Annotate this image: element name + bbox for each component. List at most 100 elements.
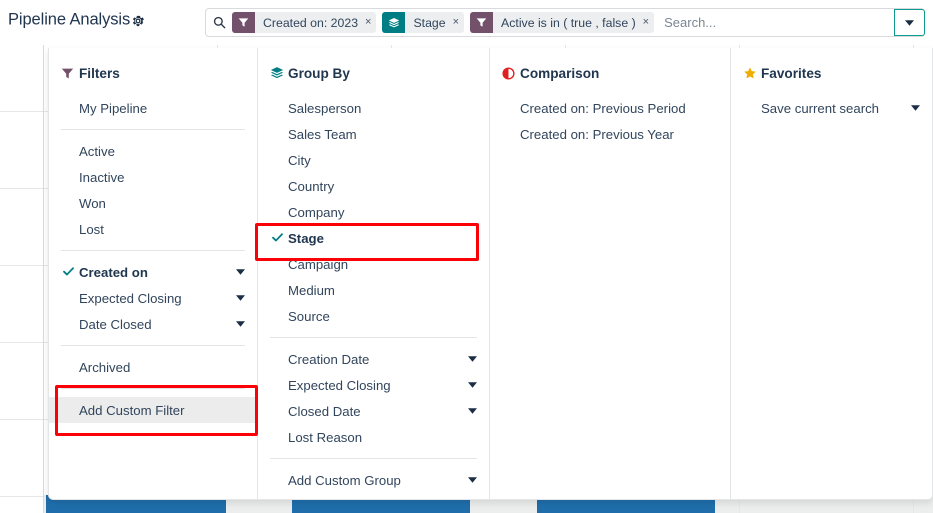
search-facet-label: Stage bbox=[413, 16, 445, 30]
layers-icon bbox=[269, 66, 284, 80]
chart-y-axis bbox=[43, 45, 44, 513]
search-facet-body: Stage × bbox=[405, 12, 464, 33]
menu-item-label: Expected Closing bbox=[288, 378, 391, 393]
search-facet[interactable]: Created on: 2023 × bbox=[232, 12, 376, 33]
filter-icon bbox=[60, 67, 75, 80]
chevron-down-icon[interactable] bbox=[236, 268, 245, 277]
search-dropdown-panel: Filters My Pipeline Active Inactive Won Lost… bbox=[48, 48, 933, 500]
menu-item-label: Date Closed bbox=[79, 317, 152, 332]
search-icon bbox=[206, 16, 232, 29]
groupby-item-campaign[interactable]: Campaign bbox=[258, 251, 489, 277]
groupby-item-closed-date[interactable]: Closed Date bbox=[258, 398, 489, 424]
filter-item-active[interactable]: Active bbox=[49, 138, 257, 164]
comparison-title: Comparison bbox=[520, 66, 599, 81]
groupby-item-stage[interactable]: Stage bbox=[258, 225, 489, 251]
groupby-item-city[interactable]: City bbox=[258, 147, 489, 173]
menu-separator bbox=[61, 250, 245, 251]
facet-remove-icon[interactable]: × bbox=[453, 17, 459, 28]
adjust-icon bbox=[501, 67, 516, 80]
groupby-item-add-custom-group[interactable]: Add Custom Group bbox=[258, 467, 489, 493]
filter-item-date-closed[interactable]: Date Closed bbox=[49, 311, 257, 337]
groupby-item-company[interactable]: Company bbox=[258, 199, 489, 225]
favorites-item-save-current-search[interactable]: Save current search bbox=[731, 95, 932, 121]
filter-item-created-on[interactable]: Created on bbox=[49, 259, 257, 285]
search-facet-label: Active is in ( true , false ) bbox=[501, 16, 636, 30]
filter-item-inactive[interactable]: Inactive bbox=[49, 164, 257, 190]
menu-item-label: Archived bbox=[79, 360, 130, 375]
chevron-down-icon[interactable] bbox=[468, 381, 477, 390]
search-dropdown-toggle[interactable] bbox=[894, 9, 925, 36]
groupby-title: Group By bbox=[288, 66, 350, 81]
menu-separator bbox=[61, 129, 245, 130]
comparison-menu: Created on: Previous Period Created on: P… bbox=[490, 95, 730, 147]
chevron-down-icon[interactable] bbox=[468, 355, 477, 364]
search-facet-body: Active is in ( true , false ) × bbox=[493, 12, 654, 33]
menu-separator bbox=[270, 337, 477, 338]
groupby-item-lost-reason[interactable]: Lost Reason bbox=[258, 424, 489, 450]
filters-column: Filters My Pipeline Active Inactive Won Lost… bbox=[49, 48, 258, 499]
menu-item-label: Inactive bbox=[79, 170, 124, 185]
search-facet-body: Created on: 2023 × bbox=[255, 12, 376, 33]
star-icon bbox=[742, 66, 757, 80]
favorites-column: Favorites Save current search bbox=[731, 48, 932, 499]
check-icon bbox=[63, 266, 74, 278]
search-facets: Created on: 2023×Stage×Active is in ( tr… bbox=[232, 12, 654, 33]
groupby-item-medium[interactable]: Medium bbox=[258, 277, 489, 303]
filter-icon bbox=[232, 12, 255, 33]
groupby-item-source[interactable]: Source bbox=[258, 303, 489, 329]
menu-separator bbox=[61, 388, 245, 389]
filter-item-expected-closing[interactable]: Expected Closing bbox=[49, 285, 257, 311]
app-root: Pipeline Analysis Created on: 2023×Stage… bbox=[0, 0, 933, 513]
groupby-item-sales-team[interactable]: Sales Team bbox=[258, 121, 489, 147]
groupby-item-salesperson[interactable]: Salesperson bbox=[258, 95, 489, 121]
chevron-down-icon[interactable] bbox=[468, 476, 477, 485]
chevron-down-icon[interactable] bbox=[236, 294, 245, 303]
menu-item-label: Created on: Previous Period bbox=[520, 101, 686, 116]
search-facet[interactable]: Stage × bbox=[382, 12, 464, 33]
menu-item-label: Campaign bbox=[288, 257, 348, 272]
menu-item-label: Created on bbox=[79, 265, 148, 280]
filters-menu: My Pipeline Active Inactive Won Lost Created … bbox=[49, 95, 257, 423]
gear-icon[interactable] bbox=[131, 14, 145, 28]
filter-item-won[interactable]: Won bbox=[49, 190, 257, 216]
menu-item-label: City bbox=[288, 153, 311, 168]
filter-item-archived[interactable]: Archived bbox=[49, 354, 257, 380]
filter-item-add-custom-filter[interactable]: Add Custom Filter bbox=[49, 397, 257, 423]
groupby-item-country[interactable]: Country bbox=[258, 173, 489, 199]
check-icon bbox=[272, 232, 283, 244]
filters-column-header: Filters bbox=[49, 62, 257, 84]
groupby-item-expected-closing[interactable]: Expected Closing bbox=[258, 372, 489, 398]
menu-item-label: Created on: Previous Year bbox=[520, 127, 674, 142]
menu-item-label: Add Custom Filter bbox=[79, 403, 185, 418]
filters-title: Filters bbox=[79, 66, 120, 81]
menu-item-label: Stage bbox=[288, 231, 324, 246]
groupby-menu: SalespersonSales Team City Country Company S… bbox=[258, 95, 489, 493]
favorites-column-header: Favorites bbox=[731, 62, 932, 84]
menu-item-label: Won bbox=[79, 196, 106, 211]
menu-item-label: Country bbox=[288, 179, 334, 194]
favorites-title: Favorites bbox=[761, 66, 821, 81]
search-facet[interactable]: Active is in ( true , false ) × bbox=[470, 12, 654, 33]
groupby-item-creation-date[interactable]: Creation Date bbox=[258, 346, 489, 372]
search-bar[interactable]: Created on: 2023×Stage×Active is in ( tr… bbox=[205, 8, 925, 37]
search-facet-label: Created on: 2023 bbox=[263, 16, 358, 30]
menu-item-label: Company bbox=[288, 205, 344, 220]
comparison-column-header: Comparison bbox=[490, 62, 730, 84]
facet-remove-icon[interactable]: × bbox=[643, 17, 649, 28]
chevron-down-icon[interactable] bbox=[236, 320, 245, 329]
comparison-column: Comparison Created on: Previous PeriodCr… bbox=[490, 48, 731, 499]
menu-item-label: Add Custom Group bbox=[288, 473, 401, 488]
filter-item-my-pipeline[interactable]: My Pipeline bbox=[49, 95, 257, 121]
filter-item-lost[interactable]: Lost bbox=[49, 216, 257, 242]
menu-item-label: Lost bbox=[79, 222, 104, 237]
menu-item-label: Save current search bbox=[761, 101, 879, 116]
comparison-item-created-on-previous-year[interactable]: Created on: Previous Year bbox=[490, 121, 730, 147]
facet-remove-icon[interactable]: × bbox=[365, 17, 371, 28]
chevron-down-icon[interactable] bbox=[468, 407, 477, 416]
chevron-down-icon[interactable] bbox=[911, 104, 920, 113]
menu-item-label: Source bbox=[288, 309, 330, 324]
groupby-column: Group By SalespersonSales Team City Countr… bbox=[258, 48, 490, 499]
search-input[interactable] bbox=[654, 14, 894, 31]
comparison-item-created-on-previous-period[interactable]: Created on: Previous Period bbox=[490, 95, 730, 121]
menu-item-label: Closed Date bbox=[288, 404, 361, 419]
